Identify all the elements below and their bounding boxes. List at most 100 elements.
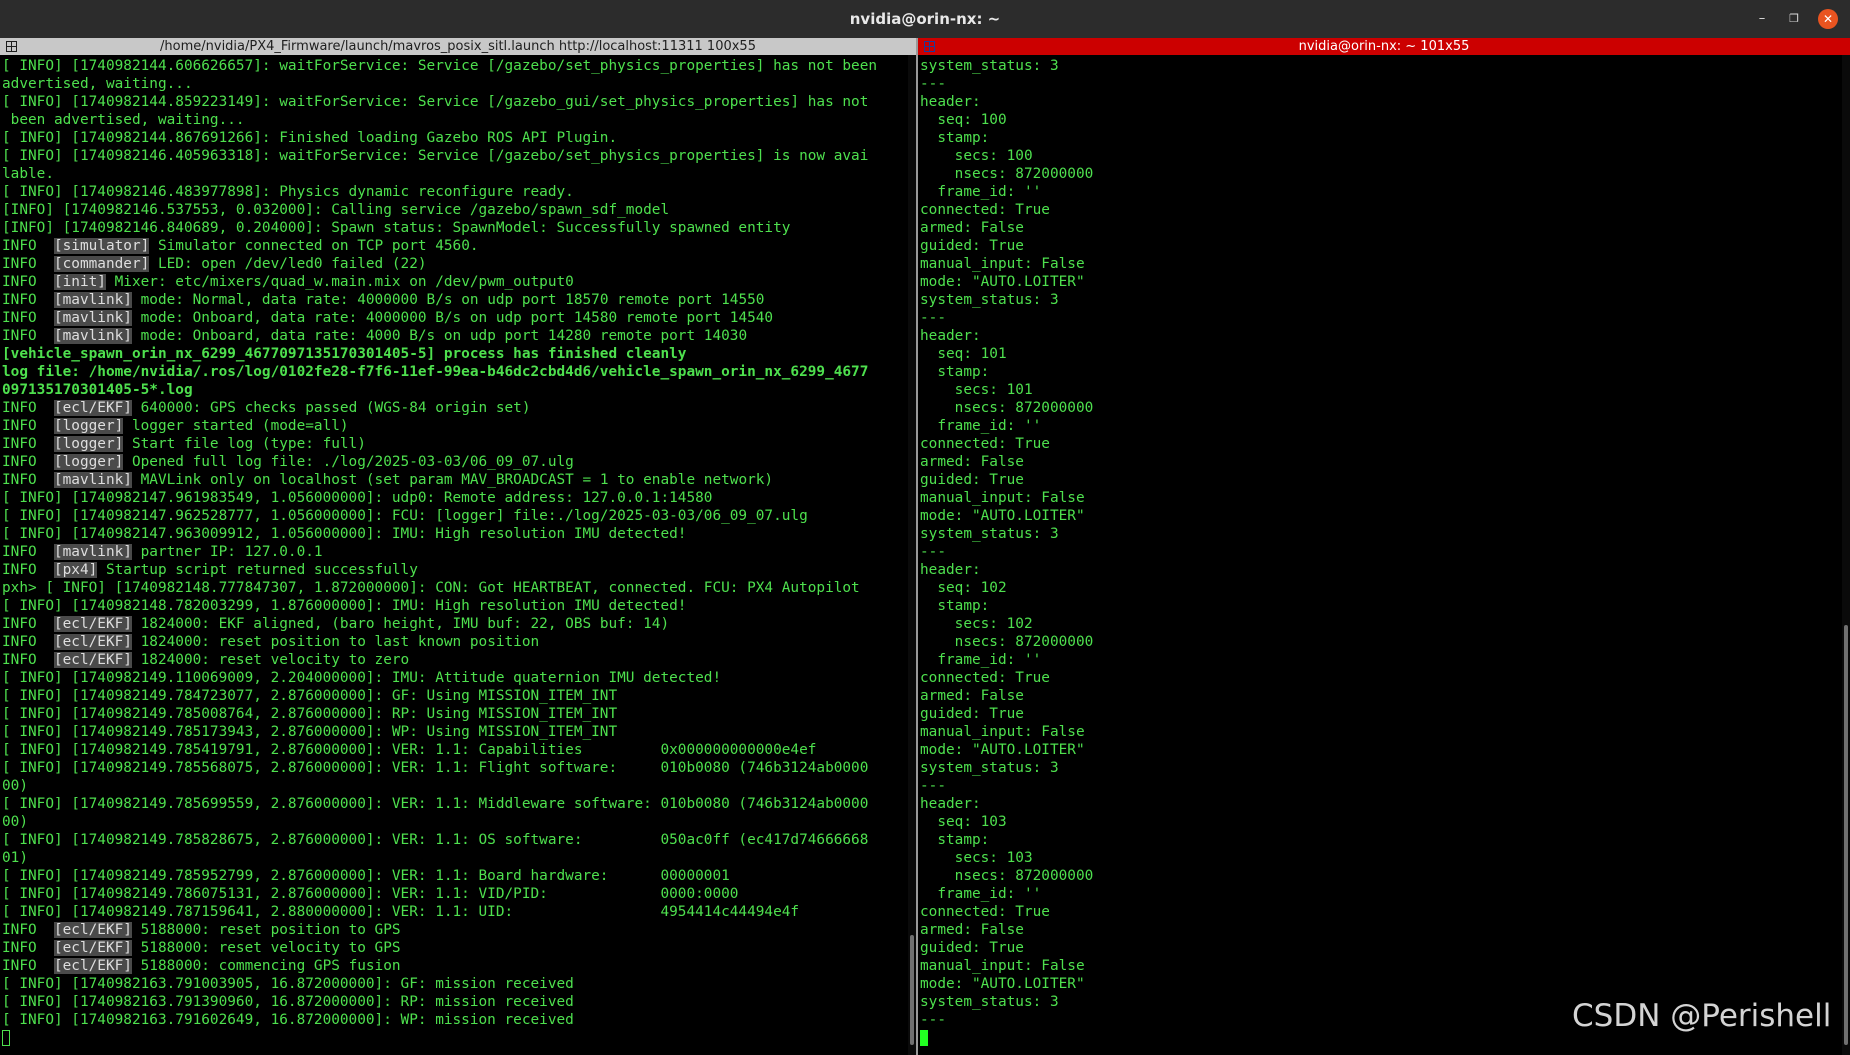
log-text: 5188000: commencing GPS fusion <box>131 958 401 974</box>
log-level: INFO <box>2 238 54 254</box>
left-scrollbar-thumb[interactable] <box>910 935 914 1045</box>
log-level: INFO <box>2 472 54 488</box>
prompt-line[interactable] <box>2 1029 916 1047</box>
log-text: [ INFO] [1740982149.785008764, 2.8760000… <box>2 706 618 722</box>
log-text: [ INFO] [1740982149.787159641, 2.8800000… <box>2 904 800 920</box>
log-level: INFO <box>2 562 54 578</box>
left-terminal-output[interactable]: [ INFO] [1740982144.606626657]: waitForS… <box>0 55 916 1047</box>
log-text: [ INFO] [1740982149.785173943, 2.8760000… <box>2 724 618 740</box>
state-line: --- <box>920 544 946 560</box>
left-scrollbar[interactable] <box>908 55 916 1055</box>
log-text: 00) <box>2 778 28 794</box>
log-text: 00) <box>2 814 28 830</box>
left-terminal-pane[interactable]: /home/nvidia/PX4_Firmware/launch/mavros_… <box>0 38 916 1055</box>
state-line: connected: True <box>920 904 1050 920</box>
log-text: Start file log (type: full) <box>123 436 366 452</box>
state-line: system_status: 3 <box>920 526 1059 542</box>
log-module-tag: [logger] <box>53 436 124 452</box>
log-text: lable. <box>2 166 54 182</box>
state-line: armed: False <box>920 922 1024 938</box>
log-line: [ INFO] [1740982146.483977898]: Physics … <box>2 183 916 201</box>
log-text: [ INFO] [1740982146.483977898]: Physics … <box>2 184 574 200</box>
minimize-icon[interactable]: – <box>1752 9 1772 29</box>
log-text: [ INFO] [1740982149.785828675, 2.8760000… <box>2 832 869 848</box>
log-line: 00) <box>2 777 916 795</box>
state-line: frame_id: '' <box>920 184 1042 200</box>
log-text: Mixer: etc/mixers/quad_w.main.mix on /de… <box>105 274 574 290</box>
state-line: guided: True <box>920 238 1024 254</box>
text-cursor <box>2 1030 10 1046</box>
log-text: [ INFO] [1740982146.405963318]: waitForS… <box>2 148 869 164</box>
log-line: been advertised, waiting... <box>2 111 916 129</box>
state-line: connected: True <box>920 436 1050 452</box>
state-line: --- <box>920 310 946 326</box>
log-text: 1824000: reset velocity to zero <box>131 652 410 668</box>
log-text: 1824000: reset position to last known po… <box>131 634 540 650</box>
log-module-tag: [ecl/EKF] <box>53 652 132 668</box>
maximize-icon[interactable]: ❐ <box>1784 9 1804 29</box>
right-scrollbar-thumb[interactable] <box>1844 625 1848 1045</box>
log-text: Startup script returned successfully <box>97 562 418 578</box>
right-terminal-output[interactable]: system_status: 3 --- header: seq: 100 stam… <box>918 55 1850 1047</box>
log-line: [INFO] [1740982146.840689, 0.204000]: Sp… <box>2 219 916 237</box>
log-module-tag: [mavlink] <box>53 328 132 344</box>
log-line: INFO [simulator] Simulator connected on … <box>2 237 916 255</box>
right-scrollbar[interactable] <box>1842 55 1850 1055</box>
state-line: seq: 100 <box>920 112 1007 128</box>
log-module-tag: [px4] <box>53 562 98 578</box>
log-module-tag: [mavlink] <box>53 310 132 326</box>
log-level: INFO <box>2 544 54 560</box>
log-text: [vehicle_spawn_orin_nx_6299_467709713517… <box>2 346 687 362</box>
right-pane-header[interactable]: nvidia@orin-nx: ~ 101x55 <box>918 38 1850 55</box>
state-line: seq: 101 <box>920 346 1007 362</box>
log-line: [ INFO] [1740982146.405963318]: waitForS… <box>2 147 916 165</box>
left-pane-header[interactable]: /home/nvidia/PX4_Firmware/launch/mavros_… <box>0 38 916 55</box>
log-line: [ INFO] [1740982163.791602649, 16.872000… <box>2 1011 916 1029</box>
log-line: [ INFO] [1740982149.785419791, 2.8760000… <box>2 741 916 759</box>
terminal-split-icon[interactable] <box>6 41 17 52</box>
log-level: INFO <box>2 256 54 272</box>
state-line: manual_input: False <box>920 724 1085 740</box>
log-line: INFO [mavlink] mode: Normal, data rate: … <box>2 291 916 309</box>
left-pane-title: /home/nvidia/PX4_Firmware/launch/mavros_… <box>160 39 756 54</box>
right-terminal-pane[interactable]: nvidia@orin-nx: ~ 101x55 system_status: … <box>918 38 1850 1055</box>
log-module-tag: [logger] <box>53 454 124 470</box>
log-text: [ INFO] [1740982144.606626657]: waitForS… <box>2 58 878 74</box>
log-module-tag: [mavlink] <box>53 544 132 560</box>
log-module-tag: [logger] <box>53 418 124 434</box>
log-text: [INFO] [1740982146.840689, 0.204000]: Sp… <box>2 220 791 236</box>
state-line: armed: False <box>920 220 1024 236</box>
log-module-tag: [ecl/EKF] <box>53 616 132 632</box>
log-text: [INFO] [1740982146.537553, 0.032000]: Ca… <box>2 202 670 218</box>
log-module-tag: [mavlink] <box>53 472 132 488</box>
state-line: frame_id: '' <box>920 652 1042 668</box>
log-line: [ INFO] [1740982147.962528777, 1.0560000… <box>2 507 916 525</box>
state-line: nsecs: 872000000 <box>920 166 1094 182</box>
state-line: nsecs: 872000000 <box>920 868 1094 884</box>
log-line: [ INFO] [1740982149.787159641, 2.8800000… <box>2 903 916 921</box>
log-line: INFO [ecl/EKF] 5188000: reset position t… <box>2 921 916 939</box>
state-line: system_status: 3 <box>920 292 1059 308</box>
state-line: guided: True <box>920 706 1024 722</box>
log-line: [ INFO] [1740982144.606626657]: waitForS… <box>2 57 916 75</box>
log-line: INFO [logger] Start file log (type: full… <box>2 435 916 453</box>
log-text: [ INFO] [1740982149.786075131, 2.8760000… <box>2 886 739 902</box>
log-text: [ INFO] [1740982149.785952799, 2.8760000… <box>2 868 730 884</box>
log-text: log file: /home/nvidia/.ros/log/0102fe28… <box>2 364 869 380</box>
log-line: [ INFO] [1740982149.785828675, 2.8760000… <box>2 831 916 849</box>
log-text: [ INFO] [1740982163.791003905, 16.872000… <box>2 976 574 992</box>
state-line: nsecs: 872000000 <box>920 634 1094 650</box>
log-text: Simulator connected on TCP port 4560. <box>149 238 479 254</box>
log-text: mode: Onboard, data rate: 4000000 B/s on… <box>131 310 774 326</box>
log-text: mode: Normal, data rate: 4000000 B/s on … <box>131 292 765 308</box>
close-icon[interactable]: ✕ <box>1818 9 1838 29</box>
log-level: INFO <box>2 634 54 650</box>
log-line: [INFO] [1740982146.537553, 0.032000]: Ca… <box>2 201 916 219</box>
log-level: INFO <box>2 310 54 326</box>
state-line: mode: "AUTO.LOITER" <box>920 274 1085 290</box>
log-line: INFO [logger] Opened full log file: ./lo… <box>2 453 916 471</box>
terminal-split-icon[interactable] <box>924 41 935 52</box>
log-line: INFO [logger] logger started (mode=all) <box>2 417 916 435</box>
log-module-tag: [ecl/EKF] <box>53 958 132 974</box>
log-line: [vehicle_spawn_orin_nx_6299_467709713517… <box>2 345 916 363</box>
